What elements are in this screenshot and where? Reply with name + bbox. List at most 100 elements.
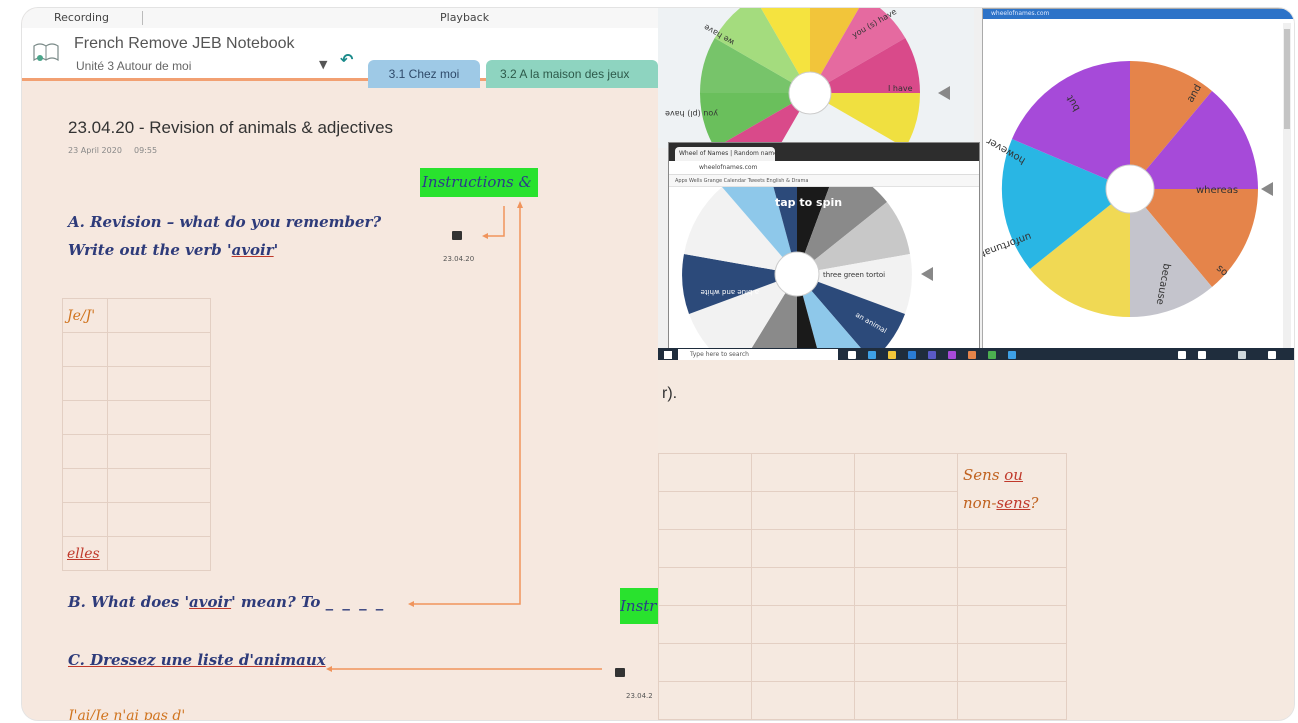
table-header-cell[interactable]: Sens ou non-sens?: [957, 453, 1067, 530]
table-cell[interactable]: [658, 567, 752, 606]
table-cell[interactable]: [854, 567, 958, 606]
arrow-question-b-to-instructions: [410, 204, 521, 605]
powerpoint-icon[interactable]: [968, 351, 976, 359]
sentence-starter[interactable]: J'ai/Je n'ai pas d': [68, 708, 185, 720]
table-cell[interactable]: [658, 643, 752, 682]
table-cell[interactable]: [957, 681, 1067, 720]
table-cell[interactable]: [658, 605, 752, 644]
wheel-center[interactable]: [774, 251, 820, 297]
table-cell[interactable]: [107, 366, 211, 401]
table-cell[interactable]: [957, 605, 1067, 644]
table-cell[interactable]: [751, 605, 855, 644]
table-row: [658, 567, 1067, 606]
table-cell[interactable]: [62, 400, 108, 435]
question-b-prefix: B. What does ': [68, 593, 190, 611]
table-cell[interactable]: [957, 567, 1067, 606]
teams-icon[interactable]: [928, 351, 936, 359]
page-title[interactable]: 23.04.20 - Revision of animals & adjecti…: [68, 118, 393, 138]
table-cell[interactable]: [854, 491, 958, 530]
table-cell[interactable]: [658, 491, 752, 530]
clock-icon[interactable]: [1238, 351, 1246, 359]
chevron-down-icon[interactable]: ▼: [319, 58, 327, 71]
table-cell[interactable]: [751, 681, 855, 720]
table-cell[interactable]: [957, 529, 1067, 568]
table-cell[interactable]: [751, 567, 855, 606]
table-cell[interactable]: Je/J': [62, 298, 108, 333]
scrollbar-thumb[interactable]: [1284, 29, 1290, 129]
chrome-icon[interactable]: [988, 351, 996, 359]
toolbar-divider: [142, 11, 143, 25]
table-row: [658, 681, 1067, 720]
table-cell[interactable]: [854, 643, 958, 682]
audio-recording-icon[interactable]: [615, 668, 625, 677]
table-cell[interactable]: [658, 453, 752, 492]
table-cell[interactable]: [854, 681, 958, 720]
table-cell[interactable]: [751, 529, 855, 568]
undo-icon[interactable]: ↶: [340, 50, 353, 69]
table-cell[interactable]: [107, 502, 211, 537]
table-row: [658, 643, 1067, 682]
bookmarks-bar[interactable]: Apps Wells Grange Calendar Tweets Englis…: [669, 175, 979, 187]
table-cell[interactable]: [957, 643, 1067, 682]
browser-address-bar[interactable]: wheelofnames.com: [669, 161, 979, 175]
table-cell[interactable]: [107, 536, 211, 571]
table-cell[interactable]: [854, 605, 958, 644]
table-cell[interactable]: [62, 332, 108, 367]
table-cell[interactable]: [107, 298, 211, 333]
table-cell[interactable]: [658, 681, 752, 720]
file-explorer-icon[interactable]: [888, 351, 896, 359]
question-c[interactable]: C. Dressez une liste d'animaux: [68, 651, 326, 669]
onenote-icon[interactable]: [948, 351, 956, 359]
edge-icon[interactable]: [868, 351, 876, 359]
word-icon[interactable]: [1008, 351, 1016, 359]
browser-tab[interactable]: Wheel of Names | Random name picker: [675, 147, 775, 161]
table-cell[interactable]: [751, 491, 855, 530]
network-icon[interactable]: [1178, 351, 1186, 359]
spinner-wheel-connectives[interactable]: but and however whereas unfortunately be…: [983, 9, 1294, 349]
table-cell[interactable]: [107, 434, 211, 469]
table-cell[interactable]: [107, 332, 211, 367]
audio-recording-date: 23.04.2: [626, 692, 653, 700]
wheel-center[interactable]: [788, 71, 832, 115]
table-cell[interactable]: [62, 366, 108, 401]
table-cell[interactable]: elles: [62, 536, 108, 571]
table-cell[interactable]: [107, 400, 211, 435]
spin-prompt[interactable]: tap to spin: [775, 196, 842, 209]
table-cell[interactable]: [751, 643, 855, 682]
recording-label[interactable]: Recording: [54, 11, 109, 24]
page-date: 23 April 2020: [68, 146, 122, 155]
table-cell[interactable]: [658, 529, 752, 568]
instructions-highlight[interactable]: Instructions &: [420, 168, 538, 197]
section-group-name[interactable]: Unité 3 Autour de moi: [76, 59, 191, 73]
spinner-wheel-pronouns[interactable]: we have you (pl) have you (s) have I hav…: [658, 8, 974, 148]
question-b[interactable]: B. What does 'avoir' mean? To _ _ _ _: [68, 593, 385, 611]
section-tab-chez-moi[interactable]: 3.1 Chez moi: [368, 60, 480, 88]
instructions-highlight[interactable]: Instr: [620, 588, 658, 624]
question-a-line1[interactable]: A. Revision – what do you remember?: [68, 213, 381, 231]
wheel-pointer-icon: [938, 86, 950, 100]
question-a-suffix: ': [273, 241, 279, 259]
wheel-label: a blue and white: [701, 288, 759, 296]
table-cell[interactable]: [854, 453, 958, 492]
volume-icon[interactable]: [1198, 351, 1206, 359]
wheel-center[interactable]: [1105, 164, 1155, 214]
spinner-wheel-sentences[interactable]: tap to spin a blue and white three green…: [669, 187, 979, 349]
section-tab-maison-des-jeux[interactable]: 3.2 A la maison des jeux: [486, 60, 658, 88]
verb-avoir: avoir: [189, 593, 232, 611]
audio-recording-icon[interactable]: [452, 231, 462, 240]
notebook-title[interactable]: French Remove JEB Notebook: [74, 35, 295, 53]
task-view-icon[interactable]: [848, 351, 856, 359]
table-cell[interactable]: [107, 468, 211, 503]
playback-label[interactable]: Playback: [440, 11, 489, 24]
taskbar-search-input[interactable]: Type here to search: [678, 349, 838, 360]
question-a-line2[interactable]: Write out the verb 'avoir': [68, 241, 278, 259]
table-cell[interactable]: [751, 453, 855, 492]
table-cell[interactable]: [854, 529, 958, 568]
table-cell[interactable]: [62, 434, 108, 469]
table-cell[interactable]: [62, 468, 108, 503]
windows-start-icon[interactable]: [664, 351, 672, 359]
notifications-icon[interactable]: [1268, 351, 1276, 359]
notebook-icon[interactable]: [32, 40, 60, 64]
table-cell[interactable]: [62, 502, 108, 537]
outlook-icon[interactable]: [908, 351, 916, 359]
